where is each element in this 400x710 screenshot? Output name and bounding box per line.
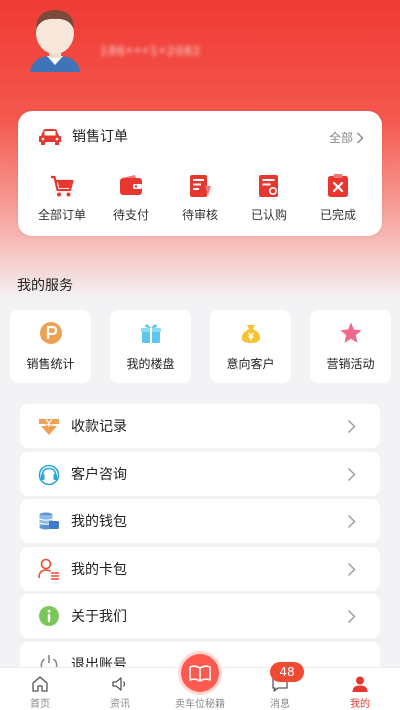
chevron-right-icon: [348, 420, 356, 433]
order-status-label: 待审核: [181, 208, 218, 222]
bottom-tab-bar: 首页 资讯 卖车位秘籍 48 消息 我的: [0, 654, 400, 710]
order-status-label: 全部订单: [37, 208, 86, 222]
home-icon: [32, 676, 48, 692]
star-icon: [340, 322, 361, 343]
username: 186•••1•2082: [100, 44, 200, 58]
speaker-icon: [112, 677, 126, 691]
order-status-label: 待支付: [112, 208, 149, 222]
tab-messages[interactable]: 48 消息: [240, 662, 320, 710]
tab-label: 消息: [270, 699, 290, 710]
chevron-right-icon: [357, 132, 364, 143]
order-status-completed[interactable]: 已完成: [304, 173, 372, 223]
card-pack-icon: [38, 558, 59, 580]
service-prospective-clients[interactable]: 意向客户: [210, 310, 291, 383]
message-count-badge: 48: [270, 662, 304, 682]
all-orders-link[interactable]: 全部: [329, 129, 364, 146]
info-icon: [39, 606, 59, 626]
service-marketing-events[interactable]: 营销活动: [310, 310, 391, 383]
tab-label: 首页: [30, 699, 50, 710]
tab-label: 我的: [350, 699, 370, 710]
chevron-right-icon: [348, 610, 356, 623]
chevron-right-icon: [348, 515, 356, 528]
tab-label: 卖车位秘籍: [175, 699, 225, 710]
menu-payment-records[interactable]: 收款记录: [20, 404, 380, 448]
tab-mine[interactable]: 我的: [320, 668, 400, 710]
wallet-coins-icon: [39, 512, 59, 530]
subscribed-receipt-icon: [259, 175, 278, 197]
menu-label: 客户咨询: [71, 466, 127, 483]
service-label: 营销活动: [326, 357, 375, 371]
yen-receipt-icon: [39, 419, 59, 435]
sales-orders-card: 销售订单 全部 全部订单 待支付 待审核 已认购 已完成: [18, 111, 382, 236]
service-label: 意向客户: [226, 357, 275, 371]
my-services-title: 我的服务: [17, 278, 73, 294]
parking-p-icon: [39, 322, 62, 344]
user-icon: [352, 676, 368, 692]
gift-icon: [140, 324, 161, 343]
cart-icon: [51, 175, 74, 197]
menu-my-wallet[interactable]: 我的钱包: [20, 499, 380, 543]
money-bag-icon: [241, 325, 260, 343]
car-icon: [39, 129, 61, 145]
sales-orders-title: 销售订单: [72, 129, 128, 145]
menu-my-card-pack[interactable]: 我的卡包: [20, 546, 380, 591]
tab-home[interactable]: 首页: [0, 668, 80, 710]
order-status-label: 已认购: [250, 208, 287, 222]
wallet-icon: [120, 175, 142, 195]
chevron-right-icon: [348, 562, 356, 576]
menu-client-consulting[interactable]: 客户咨询: [20, 451, 380, 496]
review-document-icon: [190, 175, 211, 197]
tab-news[interactable]: 资讯: [80, 668, 160, 710]
menu-label: 我的卡包: [71, 561, 127, 578]
menu-label: 我的钱包: [71, 514, 127, 530]
order-status-pending-payment[interactable]: 待支付: [97, 173, 165, 223]
service-label: 我的楼盘: [126, 357, 175, 371]
order-status-label: 已完成: [319, 208, 356, 222]
order-status-subscribed[interactable]: 已认购: [235, 173, 303, 223]
book-icon: [189, 665, 211, 682]
order-status-row: 全部订单 待支付 待审核 已认购 已完成: [28, 173, 372, 223]
avatar[interactable]: [26, 6, 84, 72]
completed-clipboard-icon: [328, 174, 348, 197]
settings-menu: 收款记录 客户咨询 我的钱包 我的卡包 关于我们 退出账号: [20, 404, 380, 689]
chevron-right-icon: [348, 467, 356, 481]
service-sales-stats[interactable]: 销售统计: [10, 310, 91, 383]
guide-center-button[interactable]: [181, 654, 219, 692]
services-grid: 销售统计 我的楼盘 意向客户 营销活动: [10, 310, 391, 383]
order-status-all[interactable]: 全部订单: [28, 173, 96, 223]
service-label: 销售统计: [26, 357, 75, 371]
menu-label: 收款记录: [71, 419, 127, 435]
consult-icon: [38, 464, 60, 485]
service-my-properties[interactable]: 我的楼盘: [110, 310, 191, 383]
menu-about-us[interactable]: 关于我们: [20, 594, 380, 638]
menu-label: 关于我们: [71, 609, 127, 625]
all-orders-label: 全部: [328, 131, 353, 145]
tab-label: 资讯: [110, 699, 130, 710]
order-status-pending-review[interactable]: 待审核: [166, 173, 234, 223]
sales-orders-header: 销售订单: [38, 126, 128, 146]
tab-parking-sales-guide[interactable]: 卖车位秘籍: [160, 654, 240, 710]
